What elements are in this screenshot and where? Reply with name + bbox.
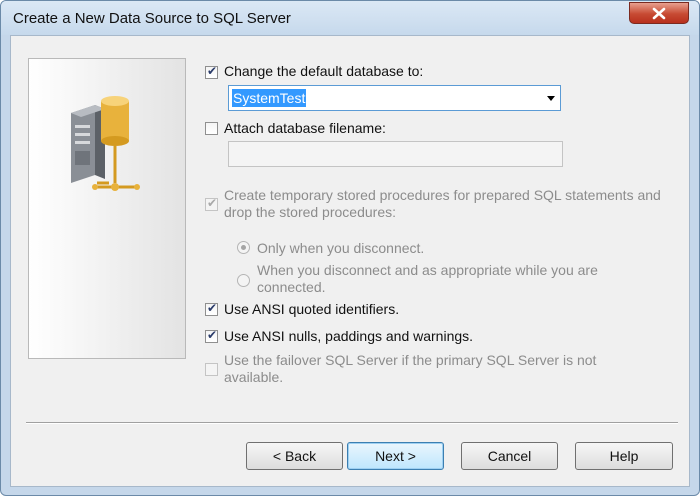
next-button[interactable]: Next > [347,442,444,470]
radio-disconnect-appropriate-label: When you disconnect and as appropriate w… [257,262,598,295]
radio-only-disconnect-label: Only when you disconnect. [257,240,425,256]
temp-procs-label: Create temporary stored procedures for p… [224,187,661,220]
cancel-button[interactable]: Cancel [461,442,558,470]
ansi-nulls-checkbox[interactable]: ✔ [205,328,218,343]
database-server-icon [71,96,140,191]
separator [26,422,678,424]
close-button[interactable] [629,2,689,24]
change-db-label: Change the default database to: [224,63,424,79]
title-bar[interactable]: Create a New Data Source to SQL Server [1,1,699,35]
database-select-value: SystemTest [232,89,307,107]
dialog-body: ✔ Change the default database to: System… [10,35,690,487]
failover-checkbox[interactable] [205,363,218,376]
close-icon [652,7,666,20]
failover-label: Use the failover SQL Server if the prima… [224,352,597,385]
back-button[interactable]: < Back [246,442,343,470]
dropdown-arrow-icon[interactable] [547,96,555,101]
ansi-quoted-checkbox[interactable]: ✔ [205,301,218,316]
ansi-quoted-label: Use ANSI quoted identifiers. [224,301,400,317]
wizard-picture-panel [28,58,186,359]
help-button[interactable]: Help [575,442,673,470]
dialog-window: Create a New Data Source to SQL Server ✔… [0,0,700,496]
radio-only-disconnect[interactable] [237,241,250,254]
attach-db-checkbox[interactable] [205,122,218,135]
database-select[interactable]: SystemTest [228,85,561,111]
attach-db-label: Attach database filename: [224,120,386,136]
change-db-checkbox[interactable]: ✔ [205,64,218,79]
temp-procs-checkbox[interactable]: ✔ [205,196,218,211]
db-filename-input[interactable] [228,141,563,167]
window-title: Create a New Data Source to SQL Server [13,10,291,27]
ansi-nulls-label: Use ANSI nulls, paddings and warnings. [224,328,474,344]
radio-disconnect-appropriate[interactable] [237,274,250,287]
